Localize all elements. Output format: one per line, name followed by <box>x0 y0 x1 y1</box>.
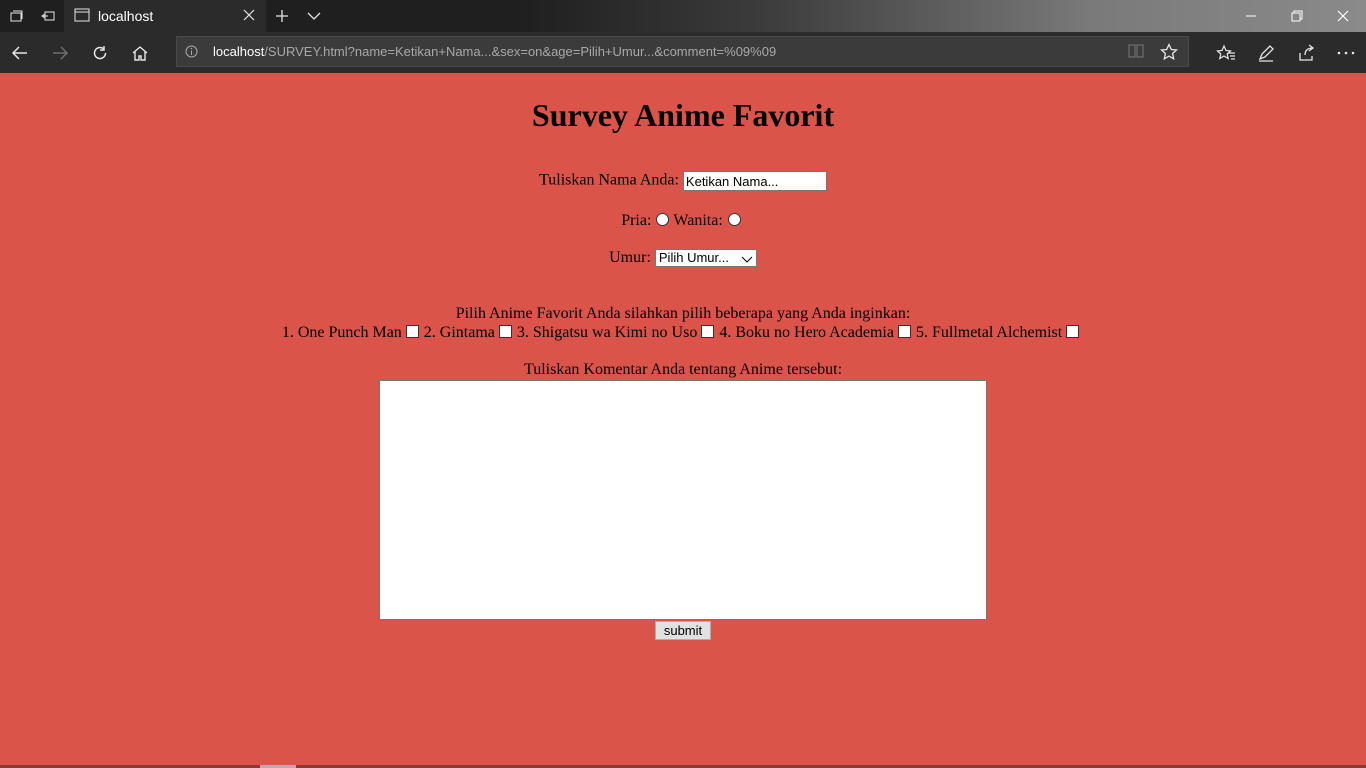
tab-manager-icon[interactable] <box>0 0 32 32</box>
name-input[interactable] <box>682 171 827 191</box>
female-label: Wanita: <box>673 212 723 229</box>
set-aside-tabs-icon[interactable] <box>32 0 64 32</box>
anime-options-row: 1. One Punch Man 2. Gintama 3. Shigatsu wa… <box>0 324 1366 342</box>
female-radio[interactable] <box>727 212 741 226</box>
page-content: Survey Anime Favorit Tuliskan Nama Anda:… <box>0 73 1366 768</box>
name-row: Tuliskan Nama Anda: <box>0 171 1366 191</box>
anime-option-label: 2. Gintama <box>423 324 495 341</box>
anime-option-label: 3. Shigatsu wa Kimi no Uso <box>516 324 698 341</box>
age-row: Umur: Pilih Umur... <box>0 249 1366 268</box>
forward-arrow-icon[interactable] <box>40 32 80 73</box>
favorite-star-icon[interactable] <box>1159 42 1179 64</box>
url-text[interactable]: localhost/SURVEY.html?name=Ketikan+Nama.… <box>213 44 776 59</box>
gender-row: Pria: Wanita: <box>0 212 1366 230</box>
name-label: Tuliskan Nama Anda: <box>539 171 679 189</box>
comment-label: Tuliskan Komentar Anda tentang Anime ter… <box>523 361 843 378</box>
male-radio[interactable] <box>656 212 670 226</box>
minimize-icon[interactable] <box>1228 0 1274 32</box>
male-label: Pria: <box>621 212 652 229</box>
anime-checkbox-5[interactable] <box>1066 324 1080 338</box>
reading-view-icon[interactable] <box>1128 44 1144 61</box>
anime-option-label: 1. One Punch Man <box>281 324 402 341</box>
comment-textarea[interactable] <box>379 380 987 620</box>
age-label: Umur: <box>609 249 651 266</box>
anime-prompt: Pilih Anime Favorit Anda silahkan pilih … <box>455 305 911 322</box>
more-options-icon[interactable] <box>1326 32 1366 73</box>
restore-icon[interactable] <box>1274 0 1320 32</box>
anime-option-label: 4. Boku no Hero Academia <box>719 324 894 341</box>
anime-checkbox-1[interactable] <box>405 324 419 338</box>
url-host: localhost <box>213 44 265 59</box>
close-window-icon[interactable] <box>1320 0 1366 32</box>
anime-checkbox-3[interactable] <box>701 324 715 338</box>
tab-title: localhost <box>98 8 154 24</box>
home-icon[interactable] <box>120 32 160 73</box>
browser-chrome: localhost localhost/SURVEY.html?name=Ket… <box>0 0 1366 73</box>
page-icon <box>74 8 90 25</box>
submit-button[interactable]: submit <box>655 621 711 640</box>
share-icon[interactable] <box>1286 32 1326 73</box>
refresh-icon[interactable] <box>80 32 120 73</box>
site-info-icon[interactable] <box>185 45 198 61</box>
age-select-value: Pilih Umur... <box>658 250 729 266</box>
age-select[interactable]: Pilih Umur... <box>654 249 757 268</box>
favorites-list-icon[interactable] <box>1206 32 1246 73</box>
web-note-pen-icon[interactable] <box>1246 32 1286 73</box>
new-tab-icon[interactable] <box>266 0 298 32</box>
tab-close-icon[interactable] <box>242 8 256 25</box>
chevron-down-icon <box>741 252 753 268</box>
address-bar[interactable]: localhost/SURVEY.html?name=Ketikan+Nama.… <box>176 36 1189 67</box>
page-title: Survey Anime Favorit <box>531 97 835 133</box>
anime-checkbox-2[interactable] <box>498 324 512 338</box>
tab-bar: localhost <box>0 0 1366 32</box>
tab-localhost[interactable]: localhost <box>64 0 266 32</box>
anime-checkbox-4[interactable] <box>897 324 911 338</box>
tab-preview-chevron-down-icon[interactable] <box>298 0 330 32</box>
url-path: /SURVEY.html?name=Ketikan+Nama...&sex=on… <box>264 44 777 59</box>
back-arrow-icon[interactable] <box>0 32 40 73</box>
anime-option-label: 5. Fullmetal Alchemist <box>915 324 1063 341</box>
